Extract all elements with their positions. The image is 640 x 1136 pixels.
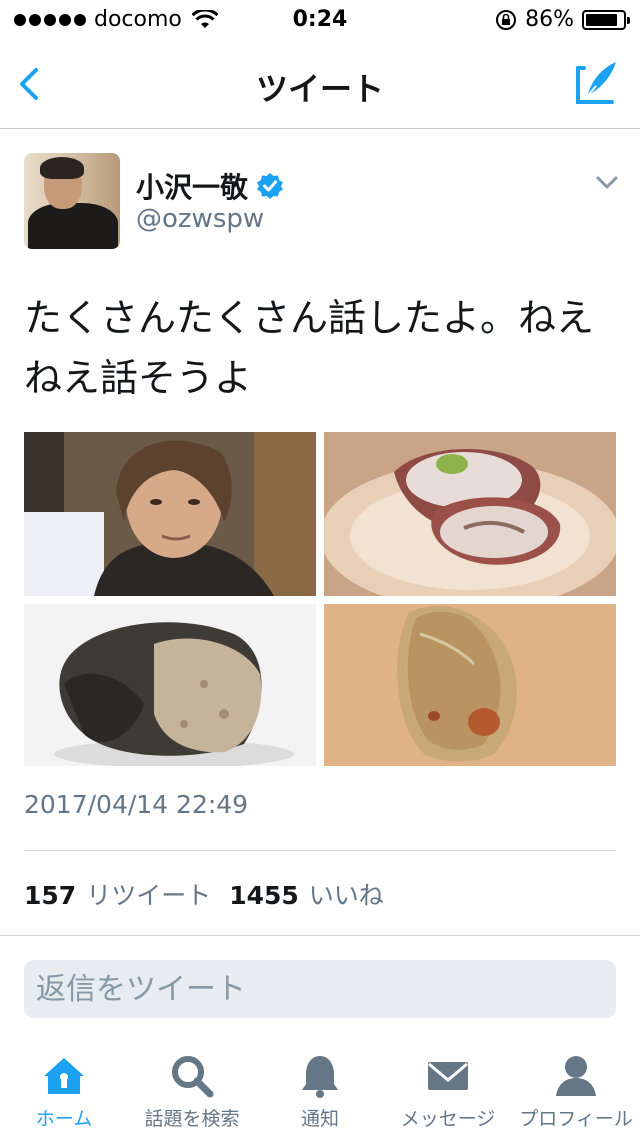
user-handle[interactable]: @ozwspw xyxy=(136,204,264,234)
user-display-name[interactable]: 小沢一敬 xyxy=(136,166,248,206)
tab-bar: ホーム 話題を検索 通知 メッセージ プロフィール xyxy=(0,1040,640,1136)
reply-input[interactable] xyxy=(24,960,616,1018)
envelope-icon xyxy=(428,1062,468,1090)
status-bar: docomo 0:24 86% xyxy=(0,0,640,40)
tab-search[interactable]: 話題を検索 xyxy=(128,1040,256,1136)
verified-badge-icon xyxy=(257,173,284,199)
tab-label: 通知 xyxy=(300,1108,339,1130)
user-name-row: 小沢一敬 xyxy=(136,166,284,206)
avatar[interactable] xyxy=(24,153,120,249)
home-icon xyxy=(44,1058,84,1094)
navigation-bar: ツイート xyxy=(0,40,640,129)
photo-tempura xyxy=(24,604,316,766)
bell-icon xyxy=(302,1056,338,1098)
status-bar-right: 86% xyxy=(495,7,630,32)
retweet-count[interactable]: 157 xyxy=(24,881,76,910)
tab-label: プロフィール xyxy=(519,1108,633,1130)
divider xyxy=(24,850,616,851)
tab-label: 話題を検索 xyxy=(144,1108,240,1130)
tweet-stats: 157 リツイート 1455 いいね xyxy=(24,876,402,912)
tab-home[interactable]: ホーム xyxy=(0,1040,128,1136)
photo-sushi xyxy=(324,604,616,766)
tweet-photo[interactable] xyxy=(24,432,316,596)
photo-selfie xyxy=(24,432,316,596)
photo-squid-dish xyxy=(324,432,616,596)
retweet-label[interactable]: リツイート xyxy=(86,876,211,912)
tweet-timestamp: 2017/04/14 22:49 xyxy=(24,790,249,819)
divider xyxy=(0,935,640,936)
person-icon xyxy=(556,1056,596,1096)
like-label[interactable]: いいね xyxy=(309,876,384,912)
tab-label: メッセージ xyxy=(400,1108,496,1130)
reply-box xyxy=(24,960,616,1018)
tab-profile[interactable]: プロフィール xyxy=(512,1040,640,1136)
tweet-photo[interactable] xyxy=(324,604,616,766)
tweet-photo[interactable] xyxy=(24,604,316,766)
search-icon xyxy=(172,1056,214,1098)
like-count[interactable]: 1455 xyxy=(229,881,299,910)
tweet-text: たくさんたくさん話したよ。ねえねえ話そうよ xyxy=(24,296,595,400)
chevron-down-icon[interactable] xyxy=(596,176,618,190)
battery-percent: 86% xyxy=(525,7,574,32)
rotation-lock-icon xyxy=(496,9,517,30)
tab-notifications[interactable]: 通知 xyxy=(256,1040,384,1136)
page-title: ツイート xyxy=(255,70,384,108)
battery-icon xyxy=(582,9,630,30)
compose-tweet-button[interactable] xyxy=(574,58,620,106)
tab-label: ホーム xyxy=(35,1108,93,1130)
tab-messages[interactable]: メッセージ xyxy=(384,1040,512,1136)
battery-level xyxy=(586,13,617,26)
tweet-photo[interactable] xyxy=(324,432,616,596)
